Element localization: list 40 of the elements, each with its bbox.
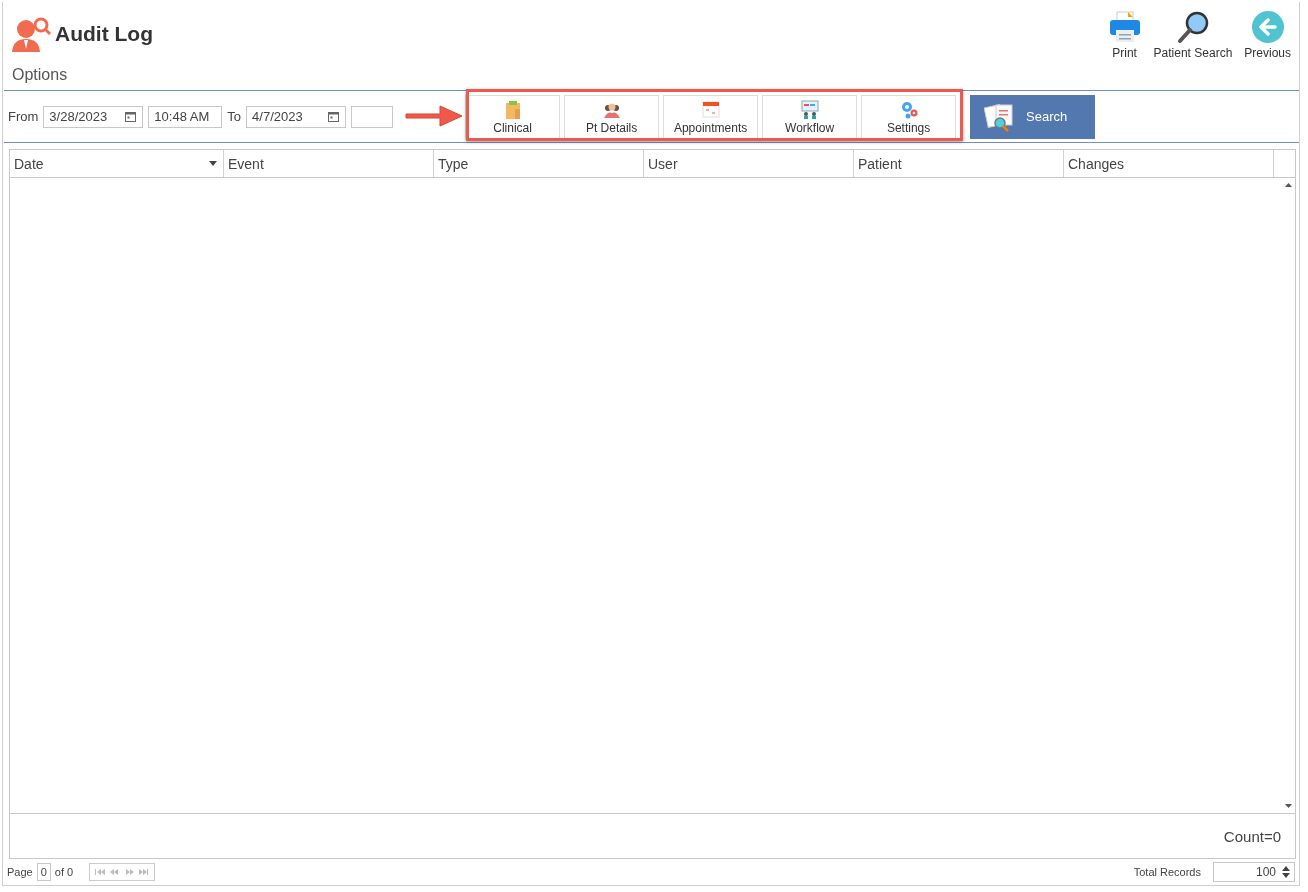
user-search-icon xyxy=(11,16,51,52)
record-count: Count=0 xyxy=(1223,827,1281,845)
field-label: From xyxy=(8,109,39,125)
time-field[interactable]: 10:48 AM xyxy=(148,105,223,128)
column-header[interactable]: Patient xyxy=(854,150,1064,178)
board-icon xyxy=(799,98,820,119)
scroll-up-icon xyxy=(1284,183,1292,188)
category-button[interactable]: Pt Details xyxy=(564,94,660,139)
column-header[interactable]: Changes xyxy=(1064,150,1274,178)
column-header[interactable]: Type xyxy=(434,150,644,178)
page-title: Audit Log xyxy=(55,22,153,46)
toolbar-button[interactable]: Patient Search xyxy=(1151,10,1235,60)
category-button[interactable]: Clinical xyxy=(465,94,561,139)
search-button[interactable]: Search xyxy=(970,94,1096,139)
toolbar-button[interactable]: Previous xyxy=(1242,10,1293,60)
calendar-icon xyxy=(327,110,341,124)
page-field[interactable]: 0 xyxy=(36,863,51,882)
column-header[interactable]: Event xyxy=(224,150,434,178)
toolbar-button[interactable]: Print xyxy=(1105,10,1144,60)
date-field[interactable]: 3/28/2023 xyxy=(43,105,144,128)
pager-navigation-icon xyxy=(89,863,156,882)
field-label: To xyxy=(227,109,242,125)
total-records-label: Total Records xyxy=(1133,866,1201,879)
section-label: Options xyxy=(11,65,68,85)
page-total: of 0 xyxy=(54,866,74,879)
date-field[interactable]: 4/7/2023 xyxy=(246,105,347,128)
calendar-icon xyxy=(124,110,138,124)
column-header[interactable]: Date xyxy=(10,150,224,178)
search-icon xyxy=(1175,10,1210,44)
category-button[interactable]: Appointments xyxy=(663,94,759,139)
pager-label: Page xyxy=(7,866,33,879)
total-records-field[interactable]: 100 xyxy=(1213,862,1295,883)
calendar-icon xyxy=(700,98,721,119)
column-header[interactable]: User xyxy=(644,150,854,178)
printer-icon xyxy=(1107,10,1142,44)
time-field[interactable] xyxy=(351,105,394,128)
scroll-down-icon xyxy=(1284,804,1292,809)
category-button[interactable]: Settings xyxy=(861,94,957,139)
category-button[interactable]: Workflow xyxy=(762,94,858,139)
spinner-icon xyxy=(1282,866,1290,879)
